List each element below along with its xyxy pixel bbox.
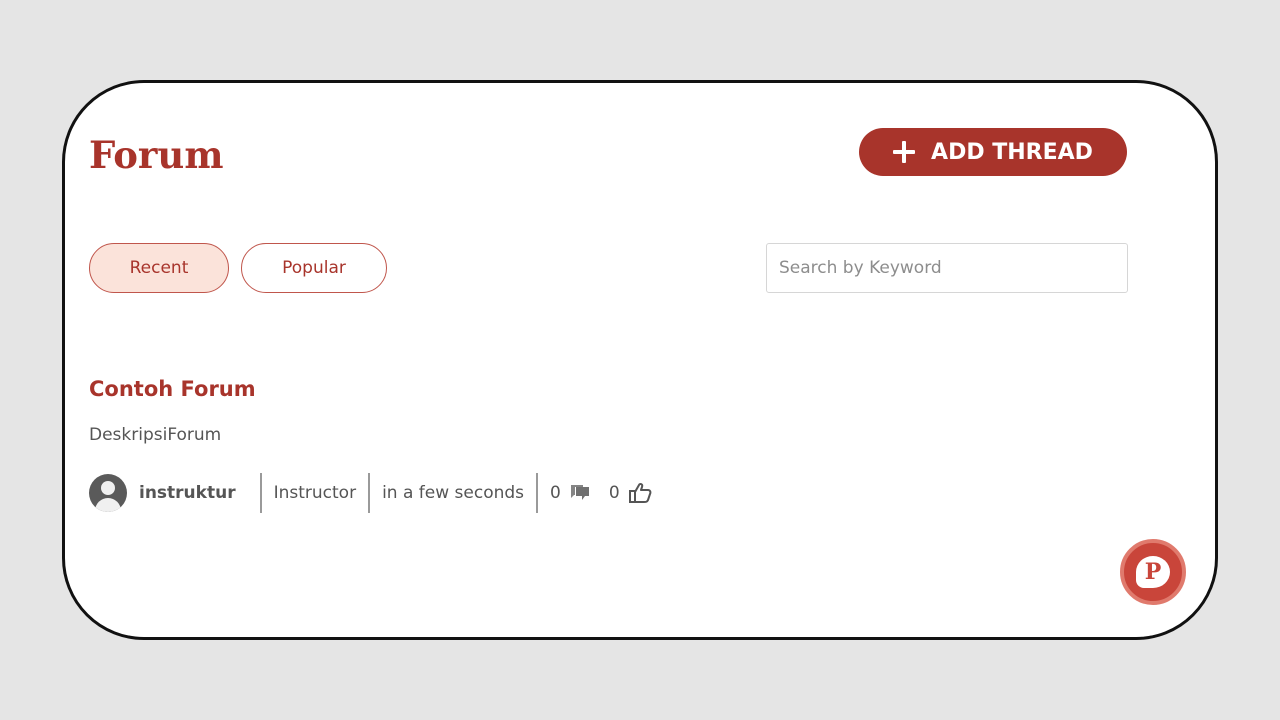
page-title: Forum [89, 133, 224, 177]
thread-description: DeskripsiForum [89, 425, 222, 445]
like-count: 0 [608, 483, 620, 503]
add-thread-button[interactable]: ADD THREAD [859, 128, 1127, 176]
divider [536, 473, 539, 513]
divider [259, 473, 262, 513]
tab-popular[interactable]: Popular [241, 243, 387, 293]
thumbs-up-icon[interactable] [628, 482, 652, 504]
thread-meta: instruktur Instructor in a few seconds 0… [89, 473, 670, 513]
comment-icon [569, 483, 591, 503]
comment-count: 0 [550, 483, 561, 503]
search-input[interactable] [766, 243, 1128, 293]
add-thread-label: ADD THREAD [931, 139, 1093, 165]
divider [368, 473, 371, 513]
forum-card: Forum ADD THREAD Recent Popular Contoh F… [62, 80, 1218, 640]
chat-fab-button[interactable]: P [1120, 539, 1186, 605]
thread-title-link[interactable]: Contoh Forum [89, 377, 256, 401]
author-name[interactable]: instruktur [139, 483, 236, 503]
author-role: Instructor [273, 483, 357, 503]
user-avatar-icon [89, 474, 127, 512]
plus-icon [893, 141, 916, 163]
post-time: in a few seconds [382, 483, 525, 503]
tab-recent[interactable]: Recent [89, 243, 229, 293]
chat-bubble-icon: P [1136, 556, 1170, 588]
